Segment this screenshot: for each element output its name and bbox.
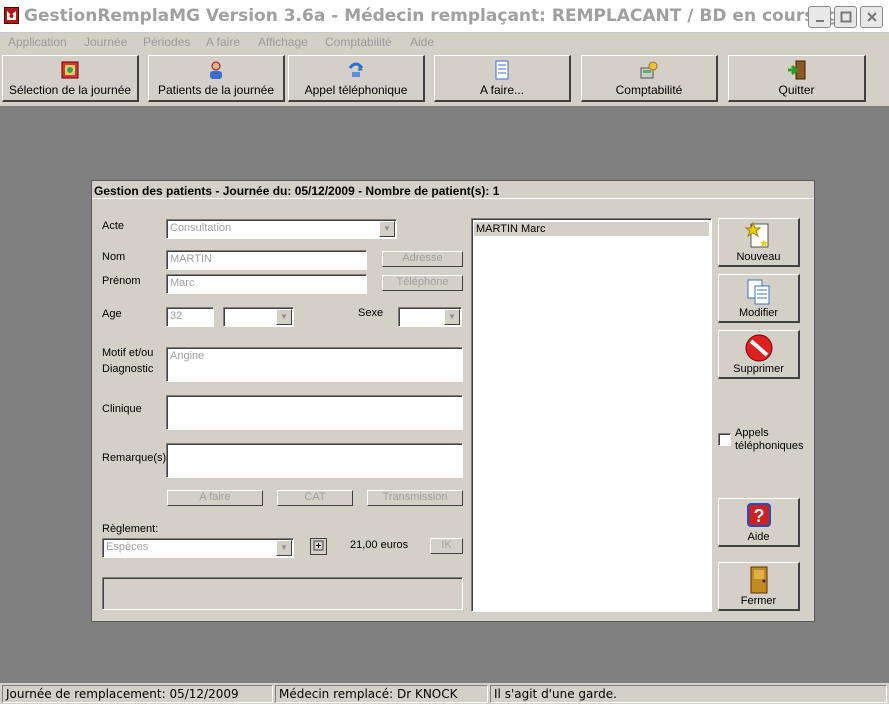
remarques-label: Remarque(s) [102, 452, 167, 464]
motif-diagnostic-field[interactable]: Angine [166, 347, 463, 382]
menu-application[interactable]: Application [8, 35, 67, 49]
age-label: Age [102, 308, 122, 320]
adresse-button[interactable]: Adresse [382, 251, 463, 267]
status-medecin: Médecin remplacé: Dr KNOCK [275, 685, 488, 703]
quitter-button[interactable]: Quitter [728, 55, 866, 102]
nom-label: Nom [102, 251, 126, 263]
transmission-button[interactable]: Transmission [367, 490, 463, 506]
sexe-label: Sexe [358, 307, 384, 319]
list-item[interactable]: MARTIN Marc [474, 222, 709, 236]
status-journee: Journée de remplacement: 05/12/2009 [2, 685, 273, 703]
status-garde: Il s'agit d'une garde. [490, 685, 887, 703]
prenom-field[interactable]: Marc [166, 274, 367, 294]
a-faire-small-button[interactable]: A faire [167, 490, 263, 506]
title-bar: GestionRemplaMG Version 3.6a - Médecin r… [0, 0, 889, 33]
toolbar: Sélection de la journée Patients de la j… [0, 52, 889, 106]
clinique-field[interactable] [166, 395, 463, 430]
nouveau-button[interactable]: Nouveau [718, 218, 800, 267]
clinique-label: Clinique [102, 403, 142, 415]
menu-journee[interactable]: Journée [84, 35, 127, 49]
fermer-button[interactable]: Fermer [718, 562, 800, 611]
status-bar: Journée de remplacement: 05/12/2009 Méde… [0, 683, 889, 704]
notes-field[interactable] [102, 577, 463, 610]
motif-label-line1: Motif et/ou [102, 347, 154, 359]
menu-comptabilite[interactable]: Comptabilité [325, 35, 392, 49]
appel-telephonique-button[interactable]: Appel téléphonique [288, 55, 425, 102]
new-document-icon [744, 221, 774, 251]
supprimer-button[interactable]: Supprimer [718, 330, 800, 379]
age-field[interactable]: 32 [166, 307, 214, 327]
acte-select[interactable]: Consultation ▼ [166, 219, 397, 239]
help-icon: ? [744, 501, 774, 531]
modifier-button[interactable]: Modifier [718, 274, 800, 323]
sexe-select[interactable]: ▼ [398, 307, 462, 327]
comptabilite-button[interactable]: Comptabilité [581, 55, 718, 102]
door-icon [744, 565, 774, 595]
menu-affichage[interactable]: Affichage [258, 35, 308, 49]
appels-label-line1: Appels [735, 427, 769, 439]
appels-telephoniques-checkbox[interactable] [718, 433, 731, 446]
documents-icon [744, 277, 774, 307]
close-icon[interactable] [860, 6, 883, 28]
list-icon [492, 60, 512, 80]
ik-button[interactable]: IK [430, 538, 463, 554]
panel-title: Gestion des patients - Journée du: 05/12… [92, 181, 814, 199]
age-unit-select[interactable]: ▼ [223, 307, 294, 327]
motif-label-line2: Diagnostic [102, 363, 154, 375]
chevron-down-icon[interactable]: ▼ [379, 221, 395, 237]
telephone-button[interactable]: Téléphone [382, 275, 463, 291]
plus-icon[interactable] [310, 538, 327, 555]
svg-text:?: ? [753, 506, 764, 526]
phone-arrow-icon [346, 60, 366, 80]
accounting-icon [639, 60, 659, 80]
window-title: GestionRemplaMG Version 3.6a - Médecin r… [24, 6, 859, 26]
exit-door-icon [787, 60, 807, 80]
prenom-label: Prénom [102, 275, 141, 287]
menu-periodes[interactable]: Périodes [143, 35, 190, 49]
amount-value: 21,00 euros [350, 539, 409, 551]
reglement-select[interactable]: Espèces ▼ [102, 538, 294, 558]
menu-bar: Application Journée Périodes A faire Aff… [0, 33, 889, 51]
app-logo-icon[interactable] [4, 7, 19, 24]
maximize-icon[interactable] [834, 6, 857, 28]
a-faire-button[interactable]: A faire... [434, 55, 571, 102]
person-icon [206, 60, 226, 80]
patient-management-panel: Gestion des patients - Journée du: 05/12… [91, 180, 815, 622]
no-entry-icon [744, 333, 774, 363]
menu-aide[interactable]: Aide [410, 35, 434, 49]
minimize-icon[interactable] [808, 6, 831, 28]
acte-label: Acte [102, 220, 125, 232]
selection-journee-button[interactable]: Sélection de la journée [2, 55, 139, 102]
patient-list[interactable]: MARTIN Marc [471, 218, 712, 612]
appels-label-line2: téléphoniques [735, 440, 804, 452]
cat-button[interactable]: CAT [277, 490, 353, 506]
patients-journee-button[interactable]: Patients de la journée [148, 55, 285, 102]
calendar-icon [60, 60, 80, 80]
chevron-down-icon[interactable]: ▼ [276, 540, 292, 556]
chevron-down-icon[interactable]: ▼ [276, 309, 292, 325]
menu-a-faire[interactable]: A faire [206, 35, 240, 49]
remarques-field[interactable] [166, 443, 463, 478]
nom-field[interactable]: MARTIN [166, 250, 367, 270]
aide-button[interactable]: ? Aide [718, 498, 800, 547]
chevron-down-icon[interactable]: ▼ [444, 309, 460, 325]
reglement-label: Règlement: [102, 523, 159, 535]
